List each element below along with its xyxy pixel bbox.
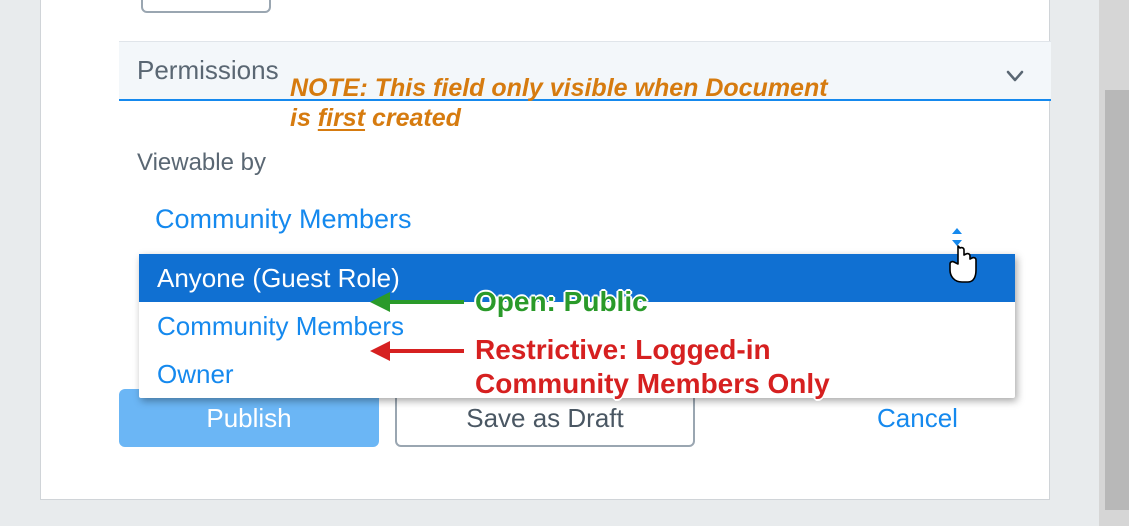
arrow-left-red-icon bbox=[368, 339, 466, 363]
dropdown-option-label: Anyone (Guest Role) bbox=[157, 263, 400, 294]
open-public-annotation: Open: Public bbox=[475, 285, 648, 319]
cancel-button-label: Cancel bbox=[877, 403, 958, 434]
dropdown-selected-value: Community Members bbox=[155, 204, 412, 235]
dropdown-option-label: Owner bbox=[157, 359, 234, 390]
note-suffix: created bbox=[365, 104, 461, 132]
scrollbar-track[interactable] bbox=[1099, 0, 1129, 526]
select-button[interactable]: Select bbox=[141, 0, 271, 13]
note-annotation: NOTE: This field only visible when Docum… bbox=[290, 73, 840, 133]
dropdown-option-label: Community Members bbox=[157, 311, 404, 342]
permissions-header-label: Permissions bbox=[137, 55, 279, 86]
chevron-down-icon bbox=[1003, 64, 1027, 88]
publish-button-label: Publish bbox=[206, 403, 291, 434]
select-button-label: Select bbox=[173, 0, 240, 1]
scrollbar-thumb[interactable] bbox=[1105, 90, 1129, 510]
pointer-cursor-icon bbox=[940, 240, 980, 286]
restrictive-annotation: Restrictive: Logged-in Community Members… bbox=[475, 333, 875, 400]
note-emphasis: first bbox=[318, 104, 365, 132]
viewable-by-label: Viewable by bbox=[137, 149, 266, 177]
save-draft-button-label: Save as Draft bbox=[466, 403, 624, 434]
viewable-by-dropdown[interactable]: Community Members bbox=[137, 189, 1017, 249]
arrow-left-green-icon bbox=[368, 290, 466, 314]
